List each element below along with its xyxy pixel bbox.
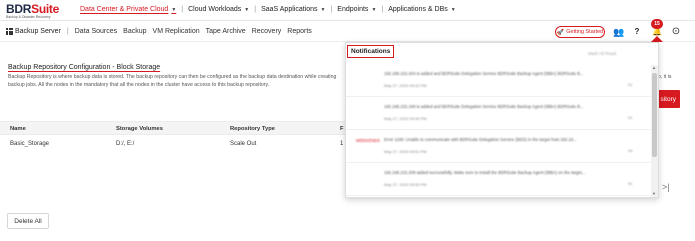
chevron-down-icon: ▼ bbox=[320, 6, 326, 13]
notification-count: 01 bbox=[628, 181, 633, 186]
user-profile-icon[interactable]: ⊙ bbox=[670, 26, 682, 38]
chevron-down-icon: ▼ bbox=[371, 6, 377, 13]
page-description: Backup Repository is where backup data i… bbox=[8, 74, 337, 88]
notifications-title: Notifications bbox=[347, 45, 395, 58]
notification-item[interactable]: 192.168.102.209 added successfully. Make… bbox=[346, 164, 652, 196]
brand-logo[interactable]: BDRSuite Backup & Disaster Recovery bbox=[6, 2, 59, 19]
notification-time: May 27, 2023 09:51 PM bbox=[384, 149, 427, 154]
scroll-up-icon[interactable]: ▲ bbox=[652, 65, 656, 70]
rocket-icon: 🚀 bbox=[556, 29, 565, 36]
chevron-down-icon: ▼ bbox=[171, 6, 177, 13]
chevron-down-icon: ▼ bbox=[450, 6, 456, 13]
notification-count-badge: 15 bbox=[651, 19, 663, 29]
tab-tape-archive[interactable]: Tape Archive bbox=[206, 28, 246, 35]
notification-message: Error 1160: Unable to communicate with B… bbox=[384, 137, 577, 142]
column-header-storage-volumes[interactable]: Storage Volumes bbox=[116, 126, 163, 132]
top-nav-applications-dbs[interactable]: Applications & DBs ▼ bbox=[384, 6, 459, 13]
notifications-scroll-thumb[interactable] bbox=[652, 73, 657, 157]
notification-count: 04 bbox=[628, 148, 633, 153]
cell-storage-volumes: D:/, E:/ bbox=[116, 141, 135, 147]
top-nav-saas-applications[interactable]: SaaS Applications ▼ bbox=[257, 6, 329, 13]
column-header-repository-type[interactable]: Repository Type bbox=[230, 126, 275, 132]
table-header: Name Storage Volumes Repository Type F bbox=[0, 121, 345, 135]
help-icon[interactable]: ? bbox=[631, 26, 643, 38]
notification-message: 192.168.102.199 is added and BDRSuite De… bbox=[384, 104, 584, 109]
cell-name: Basic_Storage bbox=[10, 141, 50, 147]
tab-backup[interactable]: Backup bbox=[123, 28, 146, 35]
top-bar: BDRSuite Backup & Disaster Recovery Data… bbox=[0, 0, 695, 21]
notification-message: 192.168.102.209 added successfully. Make… bbox=[384, 170, 586, 175]
sub-nav-separator: | bbox=[66, 28, 69, 35]
page-title: Backup Repository Configuration - Block … bbox=[8, 64, 161, 71]
tab-recovery[interactable]: Recovery bbox=[252, 28, 282, 35]
notification-tag: WEEKENDS bbox=[356, 138, 380, 143]
delete-all-button[interactable]: Delete All bbox=[7, 213, 49, 229]
column-header-partial[interactable]: F bbox=[340, 126, 344, 132]
brand-name-suite: Suite bbox=[31, 2, 59, 16]
scroll-down-icon[interactable]: ▼ bbox=[652, 191, 656, 196]
top-nav-cloud-workloads[interactable]: Cloud Workloads ▼ bbox=[184, 6, 253, 13]
tab-vm-replication[interactable]: VM Replication bbox=[153, 28, 200, 35]
notification-item[interactable]: 192.168.102.199 is added and BDRSuite De… bbox=[346, 98, 652, 130]
cell-partial: 1 bbox=[340, 141, 344, 147]
getting-started-button[interactable]: 🚀 Getting Started bbox=[555, 26, 605, 38]
top-nav-endpoints[interactable]: Endpoints ▼ bbox=[333, 6, 380, 13]
tab-data-sources[interactable]: Data Sources bbox=[75, 28, 117, 35]
notification-time: May 27, 2023 09:45 PM bbox=[384, 116, 427, 121]
pager-last-icon[interactable]: >| bbox=[662, 182, 670, 192]
tab-reports[interactable]: Reports bbox=[287, 28, 312, 35]
notification-time: May 27, 2023 09:42 PM bbox=[384, 83, 427, 88]
grid-icon[interactable] bbox=[6, 28, 13, 35]
notifications-panel: Notifications Mark All Read 192.168.102.… bbox=[345, 42, 659, 198]
chevron-down-icon: ▼ bbox=[244, 6, 250, 13]
notifications-list: 192.168.102.204 is added and BDRSuite De… bbox=[346, 65, 652, 199]
notification-count: 01 bbox=[628, 115, 633, 120]
mark-all-read-link[interactable]: Mark All Read bbox=[588, 51, 616, 56]
module-backup-server[interactable]: Backup Server bbox=[15, 28, 61, 35]
notification-count: 01 bbox=[628, 82, 633, 87]
notification-item[interactable]: WEEKENDS Error 1160: Unable to communica… bbox=[346, 131, 652, 163]
notification-message: 192.168.102.204 is added and BDRSuite De… bbox=[384, 71, 584, 76]
users-icon[interactable]: 👥 bbox=[613, 26, 625, 38]
brand-name-bdr: BDR bbox=[6, 2, 32, 16]
brand-tagline: Backup & Disaster Recovery bbox=[6, 15, 51, 19]
getting-started-label: Getting Started bbox=[566, 29, 604, 35]
table-row[interactable]: Basic_Storage D:/, E:/ Scale Out 1 bbox=[0, 138, 345, 152]
notification-item[interactable]: 192.168.102.204 is added and BDRSuite De… bbox=[346, 65, 652, 97]
cell-repository-type: Scale Out bbox=[230, 141, 257, 147]
column-header-name[interactable]: Name bbox=[10, 126, 26, 132]
top-nav-data-center[interactable]: Data Center & Private Cloud ▼ bbox=[76, 6, 180, 13]
top-nav: Data Center & Private Cloud ▼ | Cloud Wor… bbox=[76, 6, 460, 13]
notification-time: May 27, 2023 09:56 PM bbox=[384, 182, 427, 187]
sub-nav: Backup Server | Data Sources Backup VM R… bbox=[6, 28, 318, 35]
